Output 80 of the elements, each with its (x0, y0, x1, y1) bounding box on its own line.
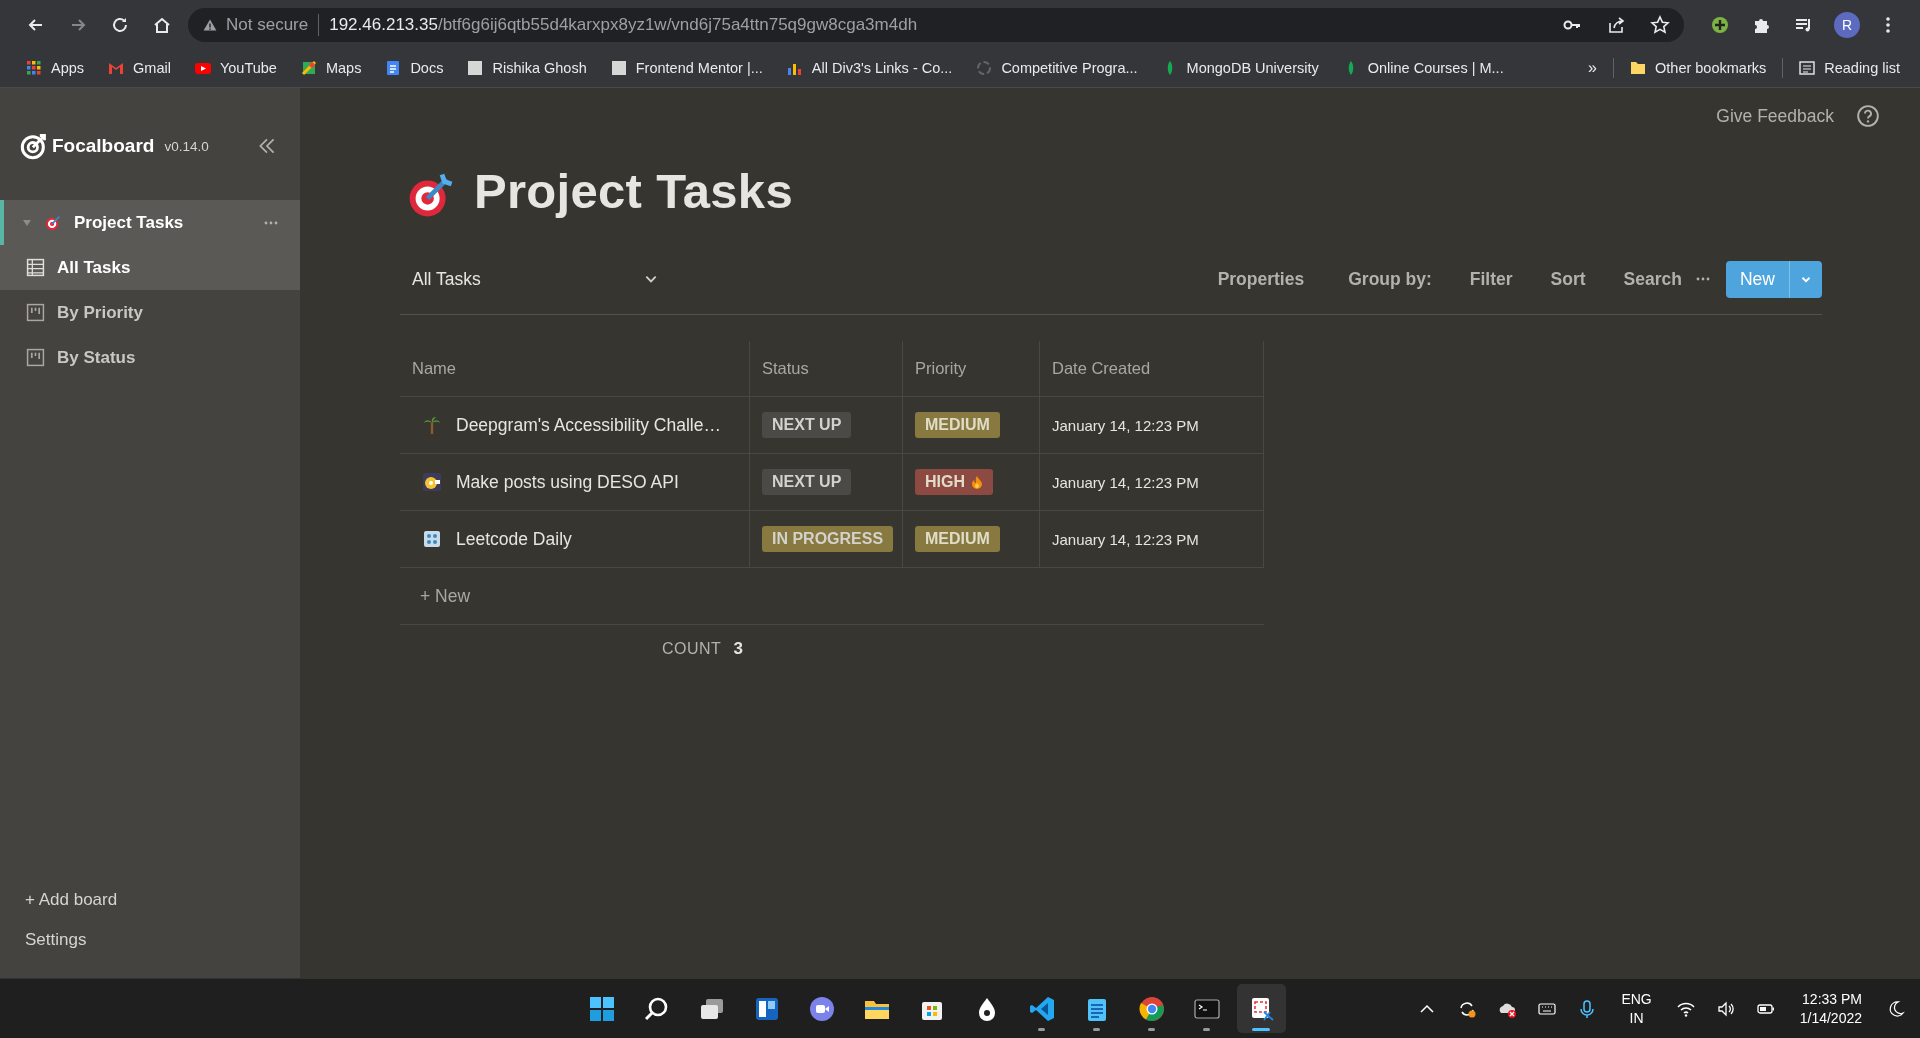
mail-icon (108, 60, 125, 76)
share-icon[interactable] (1606, 14, 1626, 35)
sidebar-board[interactable]: Project Tasks (0, 200, 300, 245)
status-tag: IN PROGRESS (762, 526, 894, 552)
status-tag: NEXT UP (762, 469, 852, 495)
profile-avatar[interactable]: R (1834, 11, 1860, 38)
table-cell[interactable]: Leetcode Daily (456, 528, 572, 550)
url-host: 192.46.213.35 (329, 14, 438, 35)
more-options-icon[interactable] (1696, 277, 1710, 281)
priority-tag: MEDIUM (915, 412, 1000, 438)
bookmark[interactable]: MongoDB University (1149, 60, 1331, 76)
add-row-button[interactable]: + New (420, 585, 471, 607)
table-icon (26, 258, 45, 277)
help-icon[interactable] (1856, 104, 1880, 128)
bookmark[interactable]: All Div3's Links - Co... (774, 60, 965, 76)
kanban-icon (26, 303, 45, 322)
table-cell: January 14, 12:23 PM (1052, 473, 1199, 491)
table-cell: January 14, 12:23 PM (1052, 416, 1199, 434)
add-board-button[interactable]: + Add board (0, 880, 143, 920)
board-title: Project Tasks (474, 163, 793, 219)
more-bookmarks-button[interactable]: » (1576, 59, 1609, 77)
document-icon (385, 60, 402, 76)
column-header[interactable]: Priority (903, 341, 1040, 396)
kanban-icon (26, 348, 45, 367)
language-indicator[interactable]: ENG IN (1613, 989, 1660, 1028)
play-icon (194, 60, 211, 76)
sidebar-view[interactable]: By Status (0, 335, 300, 380)
flame-icon (971, 475, 983, 489)
priority-tag: HIGH (915, 469, 993, 495)
column-header[interactable]: Date Created (1040, 341, 1264, 396)
reading-list-button[interactable]: Reading list (1787, 60, 1912, 76)
bookmark[interactable]: Rishika Ghosh (455, 60, 599, 76)
settings-button[interactable]: Settings (0, 920, 112, 960)
status-tag: NEXT UP (762, 412, 852, 438)
toolbar-button[interactable]: Filter (1469, 268, 1513, 290)
priority-tag: MEDIUM (915, 526, 1000, 552)
apps-grid-icon (26, 60, 42, 76)
url-path: /btf6g6ij6qtb55d4karxpx8yz1w/vnd6j75a4ttn75q9gw8cga3m4dh (437, 14, 918, 35)
bookmark[interactable]: Competitive Progra... (964, 60, 1150, 76)
count-label: COUNT (662, 640, 722, 658)
plus-extension-icon[interactable] (1710, 14, 1730, 35)
target-icon (44, 213, 62, 232)
security-label: Not secure (226, 14, 309, 35)
board-icon (422, 529, 442, 549)
toolbar-button[interactable]: Group by: (1348, 268, 1432, 290)
table-cell[interactable]: Make posts using DESO API (456, 471, 679, 493)
toolbar-button[interactable]: Properties (1217, 268, 1305, 290)
feedback-link[interactable]: Give Feedback (1716, 105, 1834, 127)
page-icon (467, 60, 484, 76)
clock[interactable]: 12:33 PM 1/14/2022 (1791, 989, 1870, 1028)
toolbar-button[interactable]: Sort (1550, 268, 1586, 290)
version-label: v0.14.0 (164, 138, 209, 154)
table-cell[interactable]: Deepgram's Accessibility Challe… (456, 414, 721, 436)
table-cell: January 14, 12:23 PM (1052, 530, 1199, 548)
toolbar-button[interactable]: Search (1623, 268, 1682, 290)
column-header[interactable]: Name (400, 341, 750, 396)
sidebar-view[interactable]: All Tasks (0, 245, 300, 290)
palm-tree-icon (422, 415, 442, 435)
app-name: Focalboard (52, 135, 155, 157)
bookmark[interactable]: Online Courses | M... (1330, 60, 1516, 76)
focalboard-logo-icon (20, 132, 48, 160)
star-icon[interactable] (1650, 14, 1670, 35)
folder-icon (1630, 60, 1646, 76)
column-header[interactable]: Status (750, 341, 903, 396)
bookmark[interactable]: Frontend Mentor |... (598, 60, 775, 76)
bookmark[interactable]: Maps (288, 60, 374, 76)
page-icon (610, 60, 627, 76)
spinner-icon (976, 60, 993, 76)
bookmark[interactable]: Apps (14, 60, 97, 76)
bookmark-folder[interactable]: Other bookmarks (1618, 60, 1779, 76)
address-bar[interactable]: Not secure 192.46.213.35/btf6g6ij6qtb55d4karxpx8yz1w/vnd6j75a4ttn75q9gw8cga3m4dh (188, 7, 1684, 42)
list-icon (1799, 60, 1816, 76)
bookmark[interactable]: Docs (373, 60, 456, 76)
count-value: 3 (733, 639, 743, 659)
bookmark[interactable]: YouTube (182, 60, 289, 76)
bookmark[interactable]: Gmail (96, 60, 183, 76)
more-options-icon[interactable] (264, 220, 278, 225)
view-selector[interactable]: All Tasks (400, 268, 670, 290)
sidebar-view[interactable]: By Priority (0, 290, 300, 335)
map-icon (300, 60, 317, 76)
